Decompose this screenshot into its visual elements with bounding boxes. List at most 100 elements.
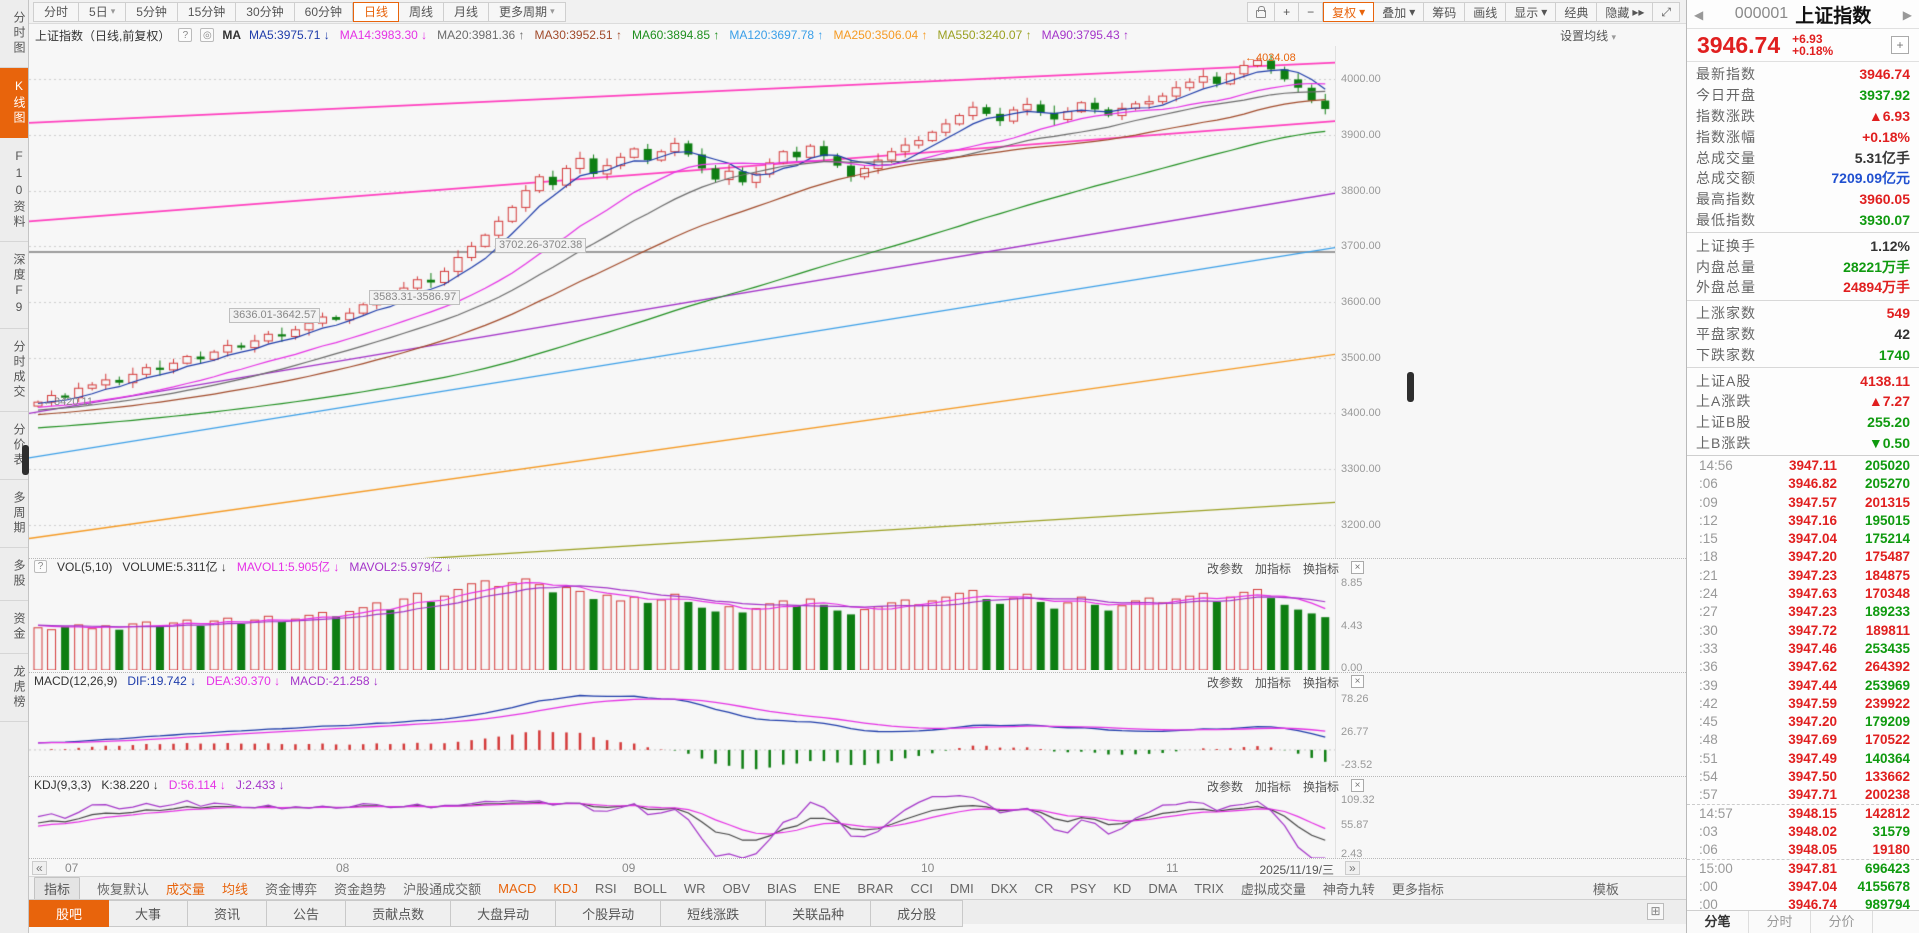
tool-button-9[interactable]: 经典 — [1556, 2, 1597, 22]
tool-button-7[interactable]: 画线 — [1465, 2, 1506, 22]
tick-row[interactable]: :033948.0231579 — [1687, 822, 1919, 840]
tick-row[interactable]: :543947.50133662 — [1687, 767, 1919, 785]
bottom-tab-6[interactable]: 大盘异动 — [451, 900, 556, 927]
indicator-25[interactable]: 虚拟成交量 — [1241, 879, 1306, 898]
next-stock-icon[interactable]: ▶ — [1903, 8, 1912, 22]
tool-button-6[interactable]: 筹码 — [1424, 2, 1465, 22]
indicator-18[interactable]: DMI — [950, 881, 974, 896]
add-to-watchlist-icon[interactable]: + — [1891, 36, 1909, 54]
bottom-tab-4[interactable]: 公告 — [267, 900, 346, 927]
scroll-left-button[interactable]: « — [32, 861, 47, 875]
tick-tab-3[interactable]: 分价 — [1811, 911, 1873, 933]
tick-tab-1[interactable]: 分笔 — [1687, 911, 1749, 933]
add-indicator-link[interactable]: 加指标 — [1255, 778, 1291, 795]
change-params-link[interactable]: 改参数 — [1207, 560, 1243, 577]
indicator-27[interactable]: 更多指标 — [1392, 879, 1444, 898]
volume-chart[interactable] — [29, 574, 1335, 670]
bottom-tab-5[interactable]: 贡献点数 — [346, 900, 451, 927]
indicator-16[interactable]: BRAR — [857, 881, 893, 896]
bottom-tab-9[interactable]: 关联品种 — [766, 900, 871, 927]
tick-row[interactable]: :483947.69170522 — [1687, 731, 1919, 749]
switch-indicator-link[interactable]: 换指标 — [1303, 560, 1339, 577]
bottom-tab-7[interactable]: 个股异动 — [556, 900, 661, 927]
period-button-2[interactable]: 5日▾ — [79, 2, 126, 22]
help-icon[interactable]: ? — [178, 28, 192, 42]
sidebar-tab-3[interactable]: F10资料 — [0, 138, 28, 242]
switch-indicator-link[interactable]: 换指标 — [1303, 674, 1339, 691]
period-button-6[interactable]: 60分钟 — [295, 2, 353, 22]
tick-row[interactable]: :063946.82205270 — [1687, 475, 1919, 493]
period-button-3[interactable]: 5分钟 — [126, 2, 178, 22]
indicator-1[interactable]: 指标 — [34, 877, 80, 900]
macd-chart[interactable] — [29, 688, 1335, 776]
indicator-9[interactable]: KDJ — [553, 881, 578, 896]
set-ma-dropdown[interactable]: 设置均线 ▾ — [1560, 27, 1616, 44]
indicator-13[interactable]: OBV — [723, 881, 750, 896]
indicator-28[interactable]: 模板 — [1593, 879, 1619, 898]
help-icon[interactable]: ? — [34, 560, 47, 573]
tool-button-8[interactable]: 显示▾ — [1506, 2, 1556, 22]
sidebar-tab-2[interactable]: K线图 — [0, 68, 28, 138]
tick-row[interactable]: :123947.16195015 — [1687, 511, 1919, 529]
indicator-15[interactable]: ENE — [814, 881, 841, 896]
sidebar-tab-7[interactable]: 多周期 — [0, 480, 28, 548]
tool-button-4[interactable]: 复权▾ — [1323, 2, 1374, 22]
bottom-tab-1[interactable]: 股吧 — [29, 900, 109, 927]
indicator-22[interactable]: KD — [1113, 881, 1131, 896]
period-button-8[interactable]: 周线 — [399, 2, 444, 22]
tick-row[interactable]: :243947.63170348 — [1687, 584, 1919, 602]
bottom-tab-2[interactable]: 大事 — [109, 900, 188, 927]
indicator-7[interactable]: 沪股通成交额 — [403, 879, 481, 898]
sidebar-tab-9[interactable]: 资金 — [0, 601, 28, 654]
indicator-8[interactable]: MACD — [498, 881, 536, 896]
sidebar-tab-10[interactable]: 龙虎榜 — [0, 654, 28, 722]
indicator-3[interactable]: 成交量 — [166, 879, 205, 898]
tick-row[interactable]: 14:563947.11205020 — [1687, 456, 1919, 474]
collapse-handle[interactable] — [22, 445, 29, 475]
tick-row[interactable]: 15:003947.81696423 — [1687, 859, 1919, 877]
sidebar-tab-4[interactable]: 深度F9 — [0, 242, 28, 329]
tick-row[interactable]: :453947.20179209 — [1687, 713, 1919, 731]
bottom-tab-3[interactable]: 资讯 — [188, 900, 267, 927]
tick-row[interactable]: :063948.0519180 — [1687, 841, 1919, 859]
indicator-5[interactable]: 资金博弈 — [265, 879, 317, 898]
period-button-7[interactable]: 日线 — [353, 2, 399, 22]
tick-row[interactable]: :573947.71200238 — [1687, 786, 1919, 804]
lock-button[interactable] — [1247, 2, 1275, 22]
indicator-23[interactable]: DMA — [1148, 881, 1177, 896]
change-params-link[interactable]: 改参数 — [1207, 674, 1243, 691]
tick-row[interactable]: :183947.20175487 — [1687, 548, 1919, 566]
indicator-10[interactable]: RSI — [595, 881, 617, 896]
change-params-link[interactable]: 改参数 — [1207, 778, 1243, 795]
expand-button[interactable]: ⤢ — [1653, 2, 1680, 22]
scroll-right-button[interactable]: » — [1345, 861, 1360, 875]
minus-button[interactable]: − — [1299, 2, 1323, 22]
collapse-handle[interactable] — [1407, 372, 1414, 402]
period-button-9[interactable]: 月线 — [444, 2, 489, 22]
tick-row[interactable]: :153947.04175214 — [1687, 530, 1919, 548]
sidebar-tab-1[interactable]: 分时图 — [0, 0, 28, 68]
tick-row[interactable]: :303947.72189811 — [1687, 621, 1919, 639]
period-button-4[interactable]: 15分钟 — [178, 2, 236, 22]
indicator-2[interactable]: 恢复默认 — [97, 879, 149, 898]
tool-button-5[interactable]: 叠加▾ — [1374, 2, 1424, 22]
tick-row[interactable]: :363947.62264392 — [1687, 658, 1919, 676]
tick-row[interactable]: 14:573948.15142812 — [1687, 804, 1919, 822]
indicator-14[interactable]: BIAS — [767, 881, 797, 896]
add-indicator-link[interactable]: 加指标 — [1255, 560, 1291, 577]
add-tab-icon[interactable]: ⊞ — [1647, 903, 1664, 920]
chevrons-button[interactable]: 隐藏▸▸ — [1597, 2, 1653, 22]
indicator-6[interactable]: 资金趋势 — [334, 879, 386, 898]
main-candlestick-chart[interactable] — [29, 46, 1335, 558]
add-indicator-link[interactable]: 加指标 — [1255, 674, 1291, 691]
indicator-11[interactable]: BOLL — [634, 881, 667, 896]
plus-button[interactable]: + — [1275, 2, 1299, 22]
tick-row[interactable]: :423947.59239922 — [1687, 694, 1919, 712]
indicator-26[interactable]: 神奇九转 — [1323, 879, 1375, 898]
switch-indicator-link[interactable]: 换指标 — [1303, 778, 1339, 795]
tick-row[interactable]: :093947.57201315 — [1687, 493, 1919, 511]
indicator-19[interactable]: DKX — [991, 881, 1018, 896]
tick-row[interactable]: :003947.044155678 — [1687, 877, 1919, 895]
indicator-12[interactable]: WR — [684, 881, 706, 896]
prev-stock-icon[interactable]: ◀ — [1694, 8, 1703, 22]
